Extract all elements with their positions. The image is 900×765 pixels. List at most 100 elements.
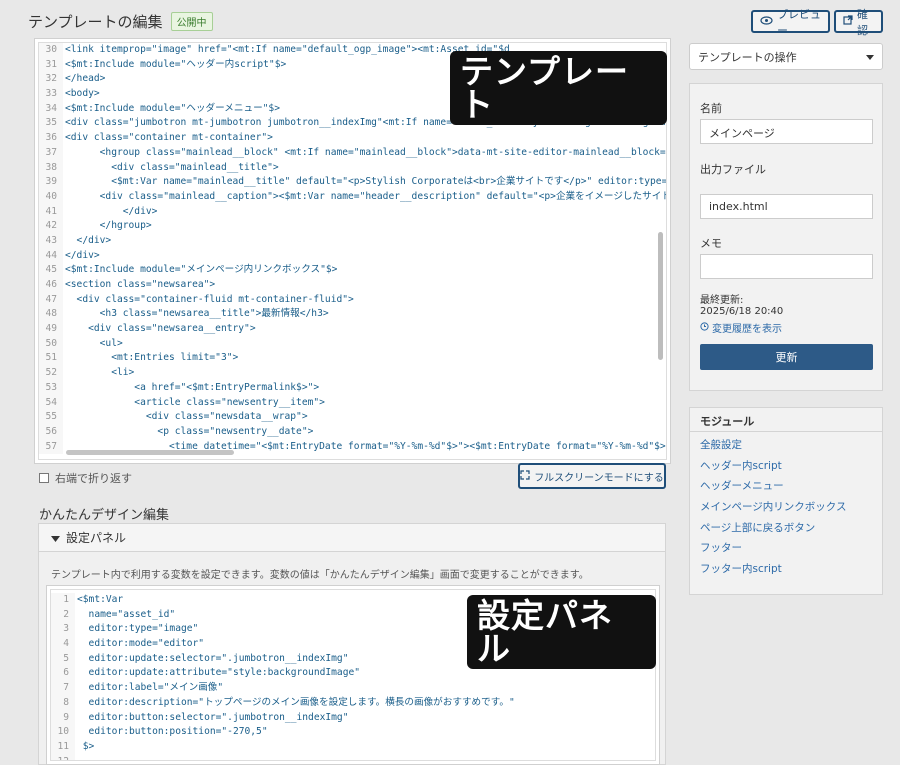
preview-button[interactable]: プレビュー — [751, 8, 830, 37]
module-link[interactable]: ヘッダーメニュー — [690, 476, 882, 497]
line-number: 38 — [39, 160, 63, 176]
module-link[interactable]: ページ上部に戻るボタン — [690, 518, 882, 539]
code-line: 37 <hgroup class="mainlead__block" <mt:I… — [39, 145, 666, 161]
line-number: 37 — [39, 145, 63, 161]
code-line: 54 <article class="newsentry__item"> — [39, 395, 666, 411]
line-number: 2 — [51, 607, 75, 623]
confirm-button[interactable]: 確認 — [834, 8, 883, 37]
line-number: 30 — [39, 43, 63, 58]
code-line: 7 editor:label="メイン画像" — [51, 681, 655, 696]
code-text: editor:update:selector=".jumbotron__inde… — [77, 652, 349, 664]
name-field[interactable]: メインページ — [700, 119, 873, 144]
code-text: editor:mode="editor" — [77, 638, 205, 650]
code-text: <hgroup class="mainlead__block" <mt:If n… — [99, 146, 666, 158]
code-line: 50 <ul> — [39, 336, 666, 352]
code-text: name="asset_id" — [77, 608, 176, 620]
output-file-field[interactable]: index.html — [700, 194, 873, 219]
code-text: <mt:Entries limit="3"> — [65, 352, 239, 364]
checkbox-box[interactable] — [39, 473, 49, 483]
code-line: 42 </hgroup> — [39, 219, 666, 234]
code-text: <$mt:Include module="ヘッダーメニュー"$> — [65, 102, 280, 114]
code-line: 43 </div> — [39, 233, 666, 249]
line-number: 39 — [39, 175, 63, 190]
line-number: 31 — [39, 57, 63, 73]
line-number: 50 — [39, 336, 63, 352]
module-link[interactable]: フッター内script — [690, 559, 882, 580]
code-line: 51 <mt:Entries limit="3"> — [39, 351, 666, 367]
memo-field[interactable] — [700, 254, 873, 279]
code-line: 52 <li> — [39, 366, 666, 381]
line-number: 10 — [51, 725, 75, 740]
code-text: <div class="container mt-container"> — [65, 132, 273, 144]
line-number: 48 — [39, 307, 63, 323]
code-text: <$mt:Include module="ヘッダー内script"$> — [65, 58, 287, 70]
page-title: テンプレートの編集 公開中 — [28, 11, 213, 32]
line-number: 36 — [39, 131, 63, 146]
line-number: 57 — [39, 439, 63, 455]
code-text: <link itemprop="image" href="<mt:If name… — [65, 44, 510, 55]
line-number: 35 — [39, 116, 63, 132]
code-text: $> — [77, 740, 95, 752]
line-number: 11 — [51, 739, 75, 755]
horizontal-scrollbar[interactable] — [66, 450, 234, 455]
code-text: <div class="container-fluid mt-container… — [65, 293, 354, 305]
code-text: <div class="newsdata__wrap"> — [65, 411, 308, 423]
settings-panel-header[interactable]: 設定パネル — [39, 524, 665, 552]
code-line: 41 </div> — [39, 204, 666, 220]
fullscreen-label: フルスクリーンモードにする — [534, 472, 664, 484]
history-link-label: 変更履歴を表示 — [712, 324, 782, 335]
line-number: 41 — [39, 204, 63, 220]
module-link[interactable]: フッター — [690, 538, 882, 559]
code-text: <a href="<$mt:EntryPermalink$>"> — [65, 381, 320, 393]
code-line: 11 $> — [51, 739, 655, 755]
operations-label: テンプレートの操作 — [698, 50, 797, 64]
line-number: 56 — [39, 424, 63, 440]
confirm-label: 確認 — [857, 7, 868, 37]
settings-panel-description: テンプレート内で利用する変数を設定できます。変数の値は「かんたんデザイン編集」画… — [51, 570, 589, 581]
template-settings-box: 名前 メインページ 出力ファイル index.html メモ 最終更新: 202… — [689, 83, 883, 391]
line-number: 40 — [39, 189, 63, 205]
code-text: <div class="mainlead__title"> — [65, 161, 279, 173]
name-label: 名前 — [700, 102, 722, 115]
module-link[interactable]: ヘッダー内script — [690, 456, 882, 477]
code-text: <ul> — [65, 337, 123, 349]
line-number: 4 — [51, 637, 75, 652]
line-number: 52 — [39, 366, 63, 381]
code-text: </div> — [65, 234, 112, 246]
external-link-icon — [843, 15, 853, 28]
expand-icon — [520, 469, 530, 483]
line-number: 47 — [39, 292, 63, 308]
page-title-text: テンプレートの編集 — [28, 13, 163, 31]
line-number: 7 — [51, 681, 75, 696]
module-link[interactable]: メインページ内リンクボックス — [690, 497, 882, 518]
template-operations-dropdown[interactable]: テンプレートの操作 — [689, 43, 883, 70]
vertical-scrollbar[interactable] — [658, 232, 663, 360]
line-number: 54 — [39, 395, 63, 411]
status-badge: 公開中 — [170, 12, 213, 31]
line-number: 42 — [39, 219, 63, 234]
line-number: 32 — [39, 72, 63, 88]
fullscreen-button[interactable]: フルスクリーンモードにする — [518, 463, 666, 489]
code-line: 10 editor:button:position="-270,5" — [51, 725, 655, 740]
code-line: 44 </div> — [39, 248, 666, 264]
history-icon — [700, 321, 709, 334]
update-button[interactable]: 更新 — [700, 344, 873, 370]
code-text: <li> — [65, 367, 135, 379]
wrap-checkbox[interactable]: 右端で折り返す — [39, 470, 132, 486]
code-text: <$mt:Include module="メインページ内リンクボックス"$> — [65, 264, 338, 276]
code-text: <p class="newsentry__date"> — [65, 425, 314, 437]
memo-label: メモ — [700, 237, 722, 250]
code-text: editor:label="メイン画像" — [77, 682, 224, 694]
module-link[interactable]: 全般設定 — [690, 435, 882, 456]
code-line: 12 — [51, 754, 655, 760]
code-line: 39 <$mt:Var name="mainlead__title" defau… — [39, 175, 666, 190]
code-text: editor:button:selector=".jumbotron__inde… — [77, 711, 349, 723]
code-text: <h3 class="newsarea__title">最新情報</h3> — [65, 308, 329, 320]
line-number: 12 — [51, 754, 75, 760]
history-link[interactable]: 変更履歴を表示 — [700, 320, 782, 335]
settings-code-editor[interactable]: 1 <$mt:Var 2 name="asset_id" 3 editor:type=… — [47, 586, 659, 764]
line-number: 44 — [39, 248, 63, 264]
settings-panel: 設定パネル テンプレート内で利用する変数を設定できます。変数の値は「かんたんデザ… — [38, 523, 666, 765]
template-editor[interactable]: 30 <link itemprop="image" href="<mt:If na… — [35, 39, 670, 463]
